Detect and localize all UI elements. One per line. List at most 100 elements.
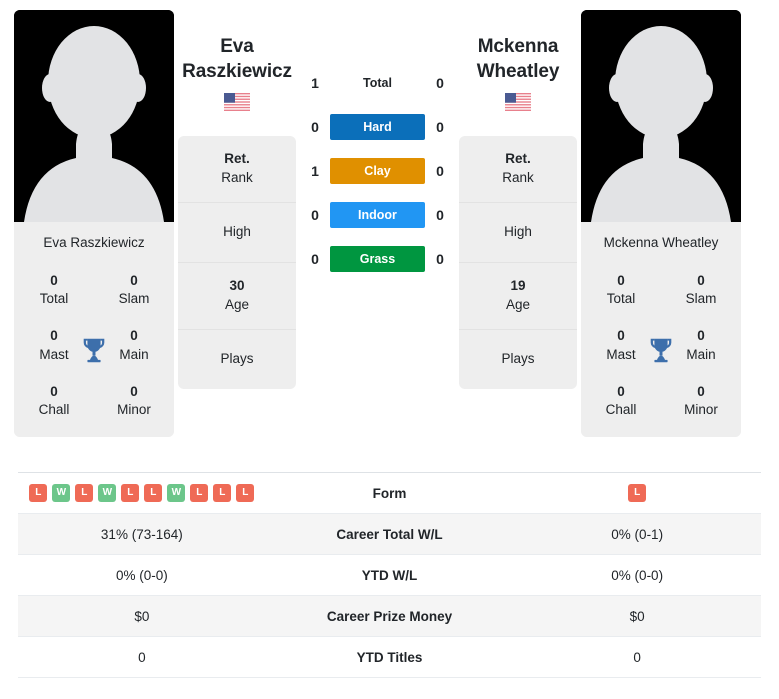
left-stat-rank: Ret. Rank	[178, 136, 296, 204]
left-titles-minor-label: Minor	[117, 402, 151, 418]
right-player-card[interactable]: Mckenna Wheatley 0 Total 0 Slam 0 Mast 0…	[581, 10, 741, 438]
table-row: L W L W L L W L L L Form L	[18, 473, 761, 514]
h2h-surface-badge-grass[interactable]: Grass	[330, 245, 425, 273]
h2h-left-score-hard: 0	[311, 119, 319, 135]
h2h-right-score-clay: 0	[436, 163, 444, 179]
h2h-surface-badge-clay[interactable]: Clay	[330, 157, 425, 185]
left-player-name: Eva Raszkiewicz	[182, 10, 292, 84]
form-badge-l[interactable]: L	[628, 484, 647, 502]
right-titles-minor: 0 Minor	[661, 374, 741, 429]
left-stat-rank-value: Ret.	[224, 151, 250, 167]
right-titles-slam-value: 0	[697, 273, 705, 288]
h2h-left-score-clay: 1	[311, 163, 319, 179]
form-badge-w[interactable]: W	[52, 484, 71, 502]
table-cell-right: 0	[633, 649, 641, 665]
head-to-head-top-section: Eva Raszkiewicz 0 Total 0 Slam 0 Mast 0 …	[0, 0, 779, 472]
right-titles-total-value: 0	[617, 273, 625, 288]
right-titles-minor-label: Minor	[684, 402, 718, 418]
right-player-stat-card: Ret. Rank High 19 Age Plays	[459, 136, 577, 389]
right-titles-chall-value: 0	[617, 383, 625, 399]
h2h-surface-badge-indoor[interactable]: Indoor	[330, 201, 425, 229]
table-cell-left: 31% (73-164)	[100, 526, 183, 542]
left-titles-total-label: Total	[39, 291, 69, 307]
table-cell-right: 0% (0-0)	[611, 567, 664, 583]
table-cell-right: L	[513, 475, 761, 511]
right-stat-high: High	[459, 203, 577, 264]
h2h-surface-badge-total[interactable]: Total	[330, 70, 425, 97]
form-badge-w[interactable]: W	[98, 484, 117, 502]
right-player-avatar-name: Mckenna Wheatley	[581, 222, 741, 263]
h2h-right-score-hard: 0	[436, 119, 444, 135]
left-titles-slam-value: 0	[130, 273, 138, 288]
left-player-titles-grid: 0 Total 0 Slam 0 Mast 0 Main 0 Chall 0 M…	[14, 263, 174, 438]
right-stat-plays-label: Plays	[501, 350, 535, 366]
right-stat-rank: Ret. Rank	[459, 136, 577, 204]
table-row-label: Career Total W/L	[336, 526, 443, 542]
right-titles-total-label: Total	[606, 291, 636, 307]
form-badge-l[interactable]: L	[144, 484, 163, 502]
h2h-row-indoor: 0 Indoor 0	[300, 199, 455, 231]
left-player-first-name: Eva	[220, 36, 254, 57]
table-cell-left: 0	[138, 649, 146, 665]
left-titles-chall-label: Chall	[38, 402, 70, 418]
right-stat-age-value: 19	[510, 278, 526, 294]
left-titles-minor: 0 Minor	[94, 374, 174, 429]
left-titles-minor-value: 0	[130, 383, 138, 399]
form-badge-l[interactable]: L	[190, 484, 209, 502]
table-cell-left: $0	[134, 608, 150, 624]
h2h-row-total: 1 Total 0	[300, 67, 455, 99]
right-player-flag-icon	[505, 93, 531, 112]
table-cell-left: LWLWLLWLLL	[18, 475, 266, 511]
left-stat-plays: Plays	[178, 330, 296, 389]
left-stat-high-label: High	[223, 224, 251, 240]
left-titles-slam: 0 Slam	[94, 263, 174, 318]
h2h-left-score-grass: 0	[311, 251, 319, 267]
table-cell-right: 0% (0-1)	[611, 526, 664, 542]
h2h-right-score-indoor: 0	[436, 207, 444, 223]
right-titles-total: 0 Total	[581, 263, 661, 318]
left-form-strip: LWLWLLWLLL	[24, 484, 260, 502]
left-stat-rank-label: Rank	[221, 170, 253, 186]
table-cell-right: $0	[629, 608, 645, 624]
right-form-strip: L	[519, 484, 755, 502]
form-badge-l[interactable]: L	[75, 484, 94, 502]
form-badge-w[interactable]: W	[167, 484, 186, 502]
form-badge-l[interactable]: L	[29, 484, 48, 502]
left-stat-age-value: 30	[229, 278, 245, 294]
h2h-row-hard: 0 Hard 0	[300, 111, 455, 143]
table-row-label: YTD W/L	[361, 567, 418, 583]
table-row: 0% (0-0) YTD W/L 0% (0-0)	[18, 555, 761, 596]
right-titles-slam: 0 Slam	[661, 263, 741, 318]
table-row-label: Form	[372, 485, 407, 501]
left-player-stat-card: Ret. Rank High 30 Age Plays	[178, 136, 296, 389]
left-titles-total: 0 Total	[14, 263, 94, 318]
left-player-avatar	[14, 10, 174, 222]
table-cell-left: 0% (0-0)	[115, 567, 168, 583]
h2h-left-score-indoor: 0	[311, 207, 319, 223]
left-player-card[interactable]: Eva Raszkiewicz 0 Total 0 Slam 0 Mast 0 …	[14, 10, 174, 438]
right-player-info-column: Mckenna Wheatley Ret. Rank High 19 Age P…	[459, 10, 577, 389]
left-player-last-name: Raszkiewicz	[182, 60, 292, 82]
left-player-avatar-name: Eva Raszkiewicz	[14, 222, 174, 263]
left-player-flag-icon	[224, 93, 250, 112]
right-player-column: Mckenna Wheatley 0 Total 0 Slam 0 Mast 0…	[581, 10, 741, 438]
left-stat-age: 30 Age	[178, 263, 296, 330]
table-row: $0 Career Prize Money $0	[18, 596, 761, 637]
form-badge-l[interactable]: L	[236, 484, 255, 502]
table-row-label: YTD Titles	[356, 649, 423, 665]
right-titles-slam-label: Slam	[685, 291, 717, 307]
left-player-info-column: Eva Raszkiewicz Ret. Rank High 30 Age Pl…	[178, 10, 296, 389]
right-stat-plays: Plays	[459, 330, 577, 389]
left-titles-slam-label: Slam	[118, 291, 150, 307]
form-badge-l[interactable]: L	[213, 484, 232, 502]
form-badge-l[interactable]: L	[121, 484, 140, 502]
h2h-right-score-grass: 0	[436, 251, 444, 267]
left-stat-age-label: Age	[224, 296, 250, 312]
right-titles-chall-label: Chall	[605, 402, 637, 418]
h2h-left-score-total: 1	[311, 75, 319, 91]
right-stat-rank-label: Rank	[502, 170, 534, 186]
left-titles-total-value: 0	[50, 273, 58, 288]
table-row: 0 YTD Titles 0	[18, 637, 761, 678]
h2h-surface-breakdown: 1 Total 0 0 Hard 0 1 Clay 0 0 Indoor 0 0 Grass 0	[300, 10, 455, 275]
h2h-surface-badge-hard[interactable]: Hard	[330, 113, 425, 141]
